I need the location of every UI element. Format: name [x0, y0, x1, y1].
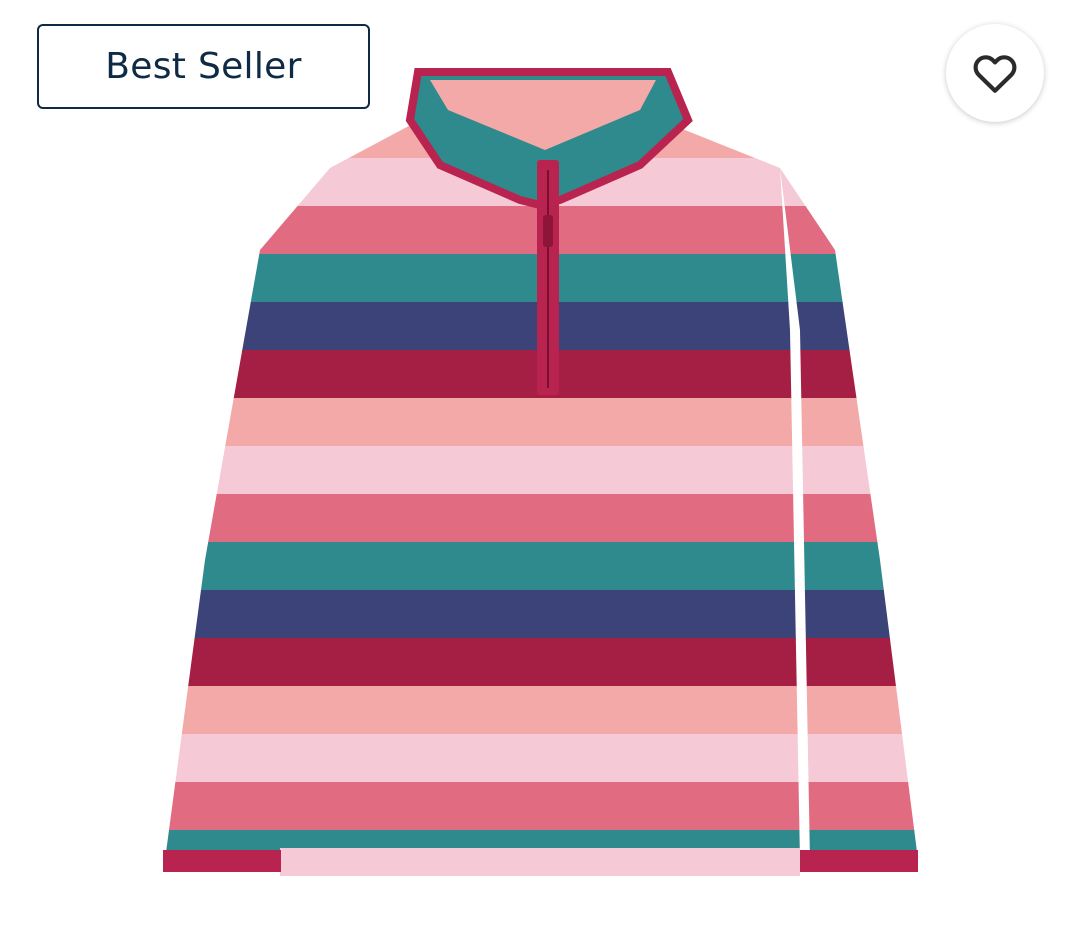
- right-cuff: [800, 850, 918, 872]
- product-image[interactable]: [0, 0, 1080, 930]
- heart-outline-icon: [973, 55, 1017, 93]
- best-seller-label: Best Seller: [105, 46, 302, 87]
- stripe: [165, 446, 918, 495]
- stripe: [165, 494, 918, 543]
- stripe: [165, 686, 918, 735]
- best-seller-badge: Best Seller: [37, 24, 370, 109]
- favorite-button[interactable]: [946, 24, 1044, 122]
- product-card: Best Seller: [0, 0, 1080, 930]
- stripe: [165, 590, 918, 639]
- stripe: [150, 878, 940, 927]
- stripe: [165, 542, 918, 591]
- stripe: [165, 398, 918, 447]
- stripe: [165, 638, 918, 687]
- stripe: [165, 782, 918, 831]
- left-cuff: [163, 850, 281, 872]
- zipper-pull: [543, 215, 553, 247]
- hem-band: [280, 848, 800, 876]
- stripe: [165, 734, 918, 783]
